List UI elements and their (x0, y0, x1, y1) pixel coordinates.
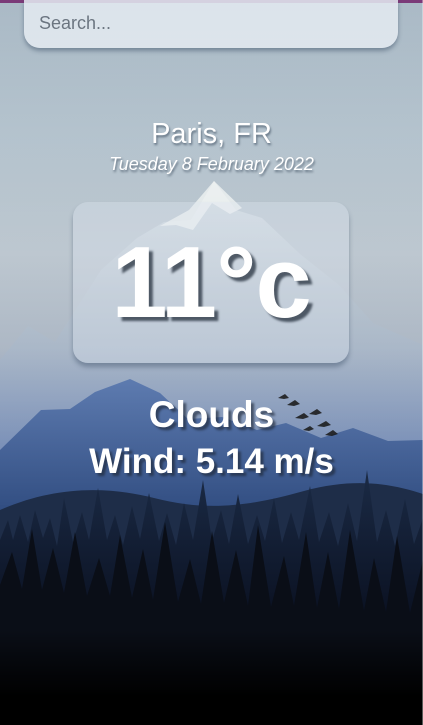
forest-shadow (0, 630, 423, 725)
temperature-card: 11°c (73, 202, 349, 363)
weather-condition: Clouds (148, 394, 275, 435)
temperature-value: 11°c (111, 227, 311, 339)
search-input[interactable] (24, 0, 398, 46)
location-name: Paris, FR (151, 118, 272, 150)
current-date: Tuesday 8 February 2022 (109, 154, 314, 174)
wind-speed: Wind: 5.14 m/s (89, 442, 334, 481)
weather-app: Paris, FR Tuesday 8 February 2022 11°c C… (0, 0, 423, 725)
search-bar[interactable] (24, 0, 398, 48)
